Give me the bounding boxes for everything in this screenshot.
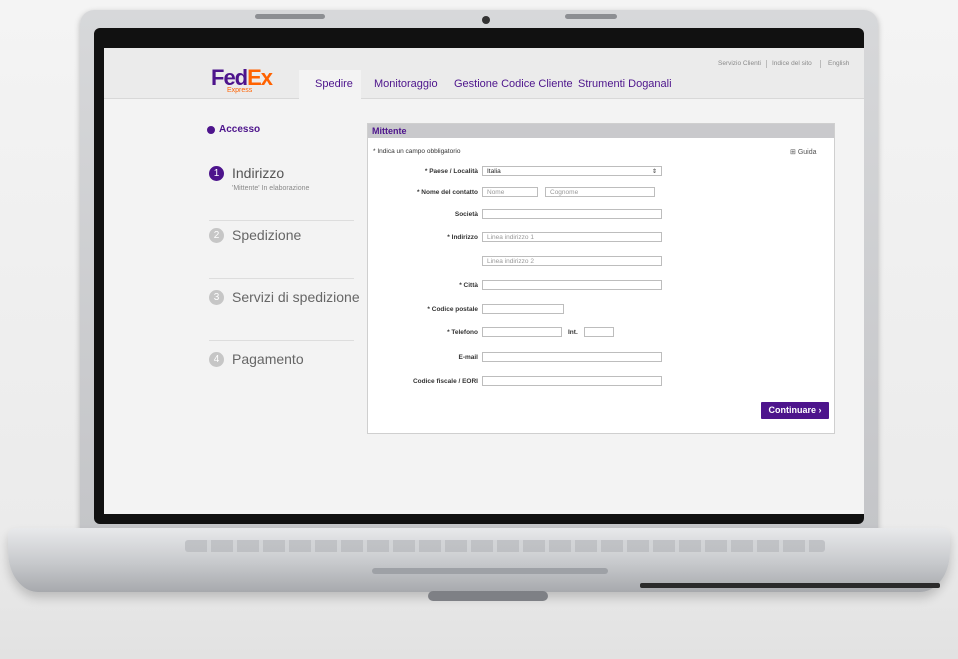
divider bbox=[766, 60, 767, 68]
tax-code-input[interactable] bbox=[482, 376, 662, 386]
tax-code-label: Codice fiscale / EORI bbox=[412, 378, 478, 385]
continue-label: Continuare bbox=[768, 405, 816, 415]
step-1-number: 1 bbox=[209, 166, 224, 181]
address-line-1-input[interactable]: Linea indirizzo 1 bbox=[482, 232, 662, 242]
help-icon: ⊞ bbox=[790, 149, 798, 156]
divider bbox=[209, 278, 354, 279]
divider bbox=[209, 220, 354, 221]
nav-monitoraggio[interactable]: Monitoraggio bbox=[374, 78, 438, 90]
phone-label: * Telefono bbox=[447, 329, 478, 336]
postal-code-label: * Codice postale bbox=[427, 306, 478, 313]
step-1-status: 'Mittente' In elaborazione bbox=[232, 185, 310, 192]
keyboard bbox=[185, 540, 825, 552]
sender-form-panel: Mittente * Indica un campo obbligatorio … bbox=[367, 123, 835, 434]
step-2-number: 2 bbox=[209, 228, 224, 243]
step-3-label: Servizi di spedizione bbox=[232, 289, 360, 305]
address-label: * Indirizzo bbox=[447, 234, 478, 241]
nav-gestione-codice-cliente[interactable]: Gestione Codice Cliente bbox=[454, 78, 573, 90]
chevron-right-icon: › bbox=[818, 405, 822, 415]
lid-detail bbox=[255, 14, 325, 19]
nav-spedire[interactable]: Spedire bbox=[315, 78, 353, 90]
nav-strumenti-doganali[interactable]: Strumenti Doganali bbox=[578, 78, 672, 90]
company-label: Società bbox=[454, 211, 478, 218]
country-select[interactable]: Italia ⇕ bbox=[482, 166, 662, 176]
postal-code-input[interactable] bbox=[482, 304, 564, 314]
access-link[interactable]: Accesso bbox=[219, 124, 260, 135]
select-arrows-icon: ⇕ bbox=[651, 169, 657, 175]
laptop-latch bbox=[428, 591, 548, 601]
last-name-input[interactable]: Cognome bbox=[545, 187, 655, 197]
browser-screen: FedEx Express Spedire Monitoraggio Gesti… bbox=[104, 48, 864, 514]
webcam bbox=[482, 16, 490, 24]
country-label: * Paese / Località bbox=[424, 168, 478, 175]
trackpad-edge bbox=[372, 568, 608, 574]
step-3-number: 3 bbox=[209, 290, 224, 305]
step-1-label: Indirizzo bbox=[232, 165, 285, 181]
util-indice-del-sito[interactable]: Indice del sito bbox=[772, 60, 812, 67]
email-label: E-mail bbox=[458, 354, 478, 361]
extension-label: Int. bbox=[568, 329, 578, 336]
step-4-number: 4 bbox=[209, 352, 224, 367]
help-label: Guida bbox=[797, 149, 817, 156]
panel-header bbox=[368, 124, 834, 138]
contact-label: * Nome del contatto bbox=[416, 189, 478, 196]
company-input[interactable] bbox=[482, 209, 662, 219]
step-2-label: Spedizione bbox=[232, 227, 302, 243]
divider bbox=[209, 340, 354, 341]
email-input[interactable] bbox=[482, 352, 662, 362]
phone-input[interactable] bbox=[482, 327, 562, 337]
login-icon bbox=[207, 126, 215, 134]
divider bbox=[820, 60, 821, 68]
first-name-input[interactable]: Nome bbox=[482, 187, 538, 197]
country-value: Italia bbox=[487, 168, 501, 175]
continue-button[interactable]: Continuare › bbox=[761, 402, 829, 419]
panel-title: Mittente bbox=[372, 126, 407, 136]
step-4-label: Pagamento bbox=[232, 351, 304, 367]
help-link[interactable]: ⊞ Guida bbox=[790, 148, 817, 156]
util-english[interactable]: English bbox=[828, 60, 849, 67]
util-servizio-clienti[interactable]: Servizio Clienti bbox=[718, 60, 761, 67]
lid-detail bbox=[565, 14, 617, 19]
city-label: * Città bbox=[459, 282, 478, 289]
city-input[interactable] bbox=[482, 280, 662, 290]
optical-drive-slot bbox=[640, 583, 940, 588]
required-note: * Indica un campo obbligatorio bbox=[373, 148, 461, 155]
logo-subtitle: Express bbox=[227, 87, 253, 94]
extension-input[interactable] bbox=[584, 327, 614, 337]
address-line-2-input[interactable]: Linea indirizzo 2 bbox=[482, 256, 662, 266]
